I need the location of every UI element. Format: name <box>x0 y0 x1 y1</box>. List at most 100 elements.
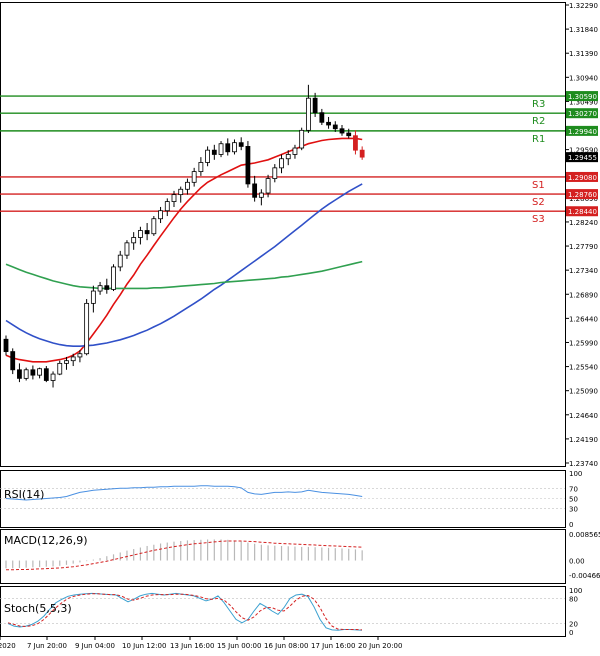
candle-body <box>10 351 16 371</box>
candle-body <box>90 290 96 304</box>
candle-body <box>312 97 318 114</box>
time-tick-label: 20 Jun 20:00 <box>358 642 402 650</box>
level-price-tag-text: 1.28760 <box>568 191 597 199</box>
time-tick-label: 6 Jun 2020 <box>0 642 16 650</box>
candle-body <box>43 368 49 381</box>
time-tick-label: 17 Jun 16:00 <box>311 642 355 650</box>
candle-body <box>23 369 29 379</box>
candle-body <box>279 158 284 169</box>
price-tick-label: 1.23740 <box>569 460 598 468</box>
macd-title: MACD(12,26,9) <box>4 534 88 547</box>
candle-body <box>77 353 83 358</box>
current-price-text: 1.29455 <box>568 154 597 162</box>
candle-body <box>50 373 56 381</box>
candle-body <box>353 135 358 151</box>
candle-body <box>84 302 90 355</box>
candle-body <box>191 171 197 183</box>
rsi-axis-label: 0 <box>569 521 573 529</box>
candle-body <box>326 121 331 126</box>
candle-body <box>164 201 170 212</box>
candle-body <box>57 362 63 375</box>
candle-body <box>359 149 365 158</box>
candle-body <box>198 162 204 172</box>
candle-body <box>37 368 42 376</box>
level-name-r2: R2 <box>532 116 545 127</box>
candle-body <box>104 285 110 290</box>
candle-body <box>97 285 103 292</box>
price-tick-label: 1.31390 <box>569 50 598 58</box>
level-price-tag-text: 1.29080 <box>568 174 597 182</box>
level-name-s3: S3 <box>532 214 545 225</box>
candle-body <box>3 338 9 352</box>
candle-body <box>171 194 177 202</box>
candle-body <box>218 143 224 155</box>
candle-body <box>117 254 123 268</box>
candle-body <box>305 97 311 131</box>
stoch-title: Stoch(5,5,3) <box>4 602 72 615</box>
time-tick-label: 7 Jun 20:00 <box>27 642 67 650</box>
stoch-axis-label: 80 <box>569 595 578 603</box>
candle-body <box>258 192 264 198</box>
candle-body <box>272 167 278 179</box>
rsi-title: RSI(14) <box>4 488 44 501</box>
candle-body <box>238 142 244 147</box>
candle-body <box>158 210 163 220</box>
candle-body <box>225 143 231 153</box>
stoch-axis-label: 100 <box>569 587 582 595</box>
level-name-r3: R3 <box>532 99 545 110</box>
candle-body <box>292 147 298 155</box>
price-tick-label: 1.25990 <box>569 339 598 347</box>
rsi-axis-label: 50 <box>569 496 578 504</box>
candle-body <box>285 154 291 160</box>
level-price-tag-text: 1.30590 <box>568 93 597 101</box>
time-tick-label: 15 Jun 00:00 <box>217 642 261 650</box>
candle-body <box>178 188 184 196</box>
price-tick-label: 1.27790 <box>569 243 598 251</box>
price-tick-label: 1.32290 <box>569 2 598 10</box>
candle-body <box>265 178 271 194</box>
forex-chart: 1.32290 1.31840 1.31390 1.30940 1.30490 1.295… <box>0 0 600 652</box>
panel-frame-rsi <box>0 470 566 528</box>
candle-body <box>232 142 237 153</box>
price-tick-label: 1.30940 <box>569 74 598 82</box>
price-tick-label: 1.24190 <box>569 436 598 444</box>
price-tick-label: 1.26890 <box>569 291 598 299</box>
candle-body <box>137 230 143 238</box>
candle-body <box>252 183 258 198</box>
candle-body <box>299 129 305 149</box>
candle-body <box>319 112 325 123</box>
level-price-tag-text: 1.29940 <box>568 128 597 136</box>
candle-body <box>64 360 69 364</box>
candle-body <box>131 237 137 244</box>
stoch-axis-label: 20 <box>569 621 578 629</box>
macd-axis-label: 0.00 <box>569 558 585 566</box>
level-name-r1: R1 <box>532 134 545 145</box>
price-tick-label: 1.25090 <box>569 388 598 396</box>
stoch-axis-label: 0 <box>569 629 573 637</box>
candle-body <box>30 369 36 376</box>
level-name-s2: S2 <box>532 197 545 208</box>
candle-body <box>144 230 150 235</box>
price-tick-label: 1.27340 <box>569 267 598 275</box>
macd-axis-label: -0.004669 <box>569 572 600 580</box>
macd-axis-label: 0.008565 <box>569 531 600 539</box>
chart-canvas: 1.322901.318401.313901.309401.304901.295… <box>0 2 600 650</box>
level-name-s1: S1 <box>532 180 545 191</box>
time-tick-label: 13 Jun 16:00 <box>170 642 214 650</box>
rsi-axis-label: 100 <box>569 470 582 478</box>
time-tick-label: 9 Jun 04:00 <box>75 642 115 650</box>
candle-body <box>332 124 338 130</box>
candle-body <box>245 146 251 185</box>
time-tick-label: 16 Jun 08:00 <box>264 642 308 650</box>
level-price-tag-text: 1.28440 <box>568 208 597 216</box>
time-tick-label: 10 Jun 12:00 <box>122 642 166 650</box>
price-tick-label: 1.25540 <box>569 364 598 372</box>
price-tick-label: 1.26440 <box>569 315 598 323</box>
candle-body <box>124 242 130 256</box>
candle-body <box>211 149 217 155</box>
price-tick-label: 1.28240 <box>569 219 598 227</box>
rsi-axis-label: 70 <box>569 485 578 493</box>
candle-body <box>346 132 352 137</box>
candle-body <box>17 369 22 379</box>
price-tick-label: 1.24640 <box>569 412 598 420</box>
